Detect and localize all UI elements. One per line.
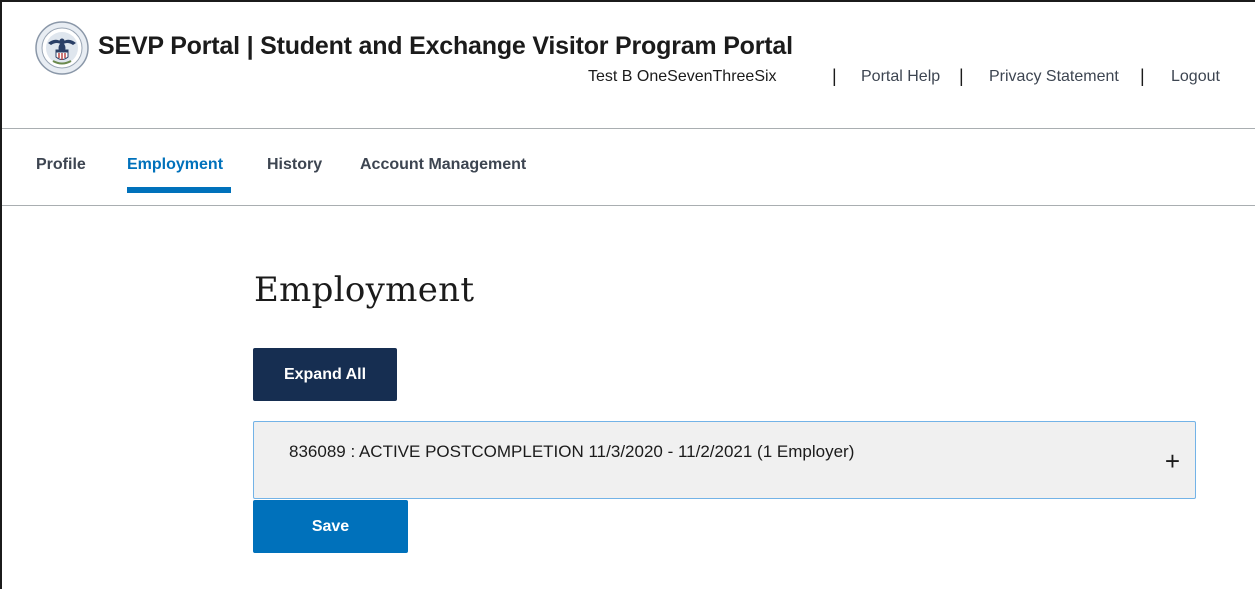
privacy-statement-link[interactable]: Privacy Statement	[989, 68, 1119, 86]
save-button[interactable]: Save	[253, 500, 408, 553]
user-name: Test B OneSevenThreeSix	[588, 68, 777, 85]
site-title: SEVP Portal | Student and Exchange Visit…	[98, 32, 793, 60]
active-tab-indicator	[127, 187, 231, 193]
accordion-label: 836089 : ACTIVE POSTCOMPLETION 11/3/2020…	[289, 442, 855, 461]
tab-employment[interactable]: Employment	[127, 156, 223, 174]
utility-separator: |	[959, 66, 964, 86]
logout-link[interactable]: Logout	[1171, 68, 1220, 86]
dhs-seal-icon	[35, 21, 89, 75]
portal-help-link[interactable]: Portal Help	[861, 68, 940, 86]
expand-all-button[interactable]: Expand All	[253, 348, 397, 401]
plus-icon[interactable]: +	[1165, 448, 1180, 474]
utility-separator: |	[1140, 66, 1145, 86]
page-title: Employment	[254, 270, 475, 310]
tab-account-management[interactable]: Account Management	[360, 156, 526, 174]
employment-accordion-item[interactable]: 836089 : ACTIVE POSTCOMPLETION 11/3/2020…	[253, 421, 1196, 499]
site-header: SEVP Portal | Student and Exchange Visit…	[2, 2, 1255, 129]
utility-separator: |	[832, 66, 837, 86]
tab-profile[interactable]: Profile	[36, 156, 86, 174]
tab-history[interactable]: History	[267, 156, 322, 174]
primary-nav: Profile Employment History Account Manag…	[2, 130, 1255, 206]
